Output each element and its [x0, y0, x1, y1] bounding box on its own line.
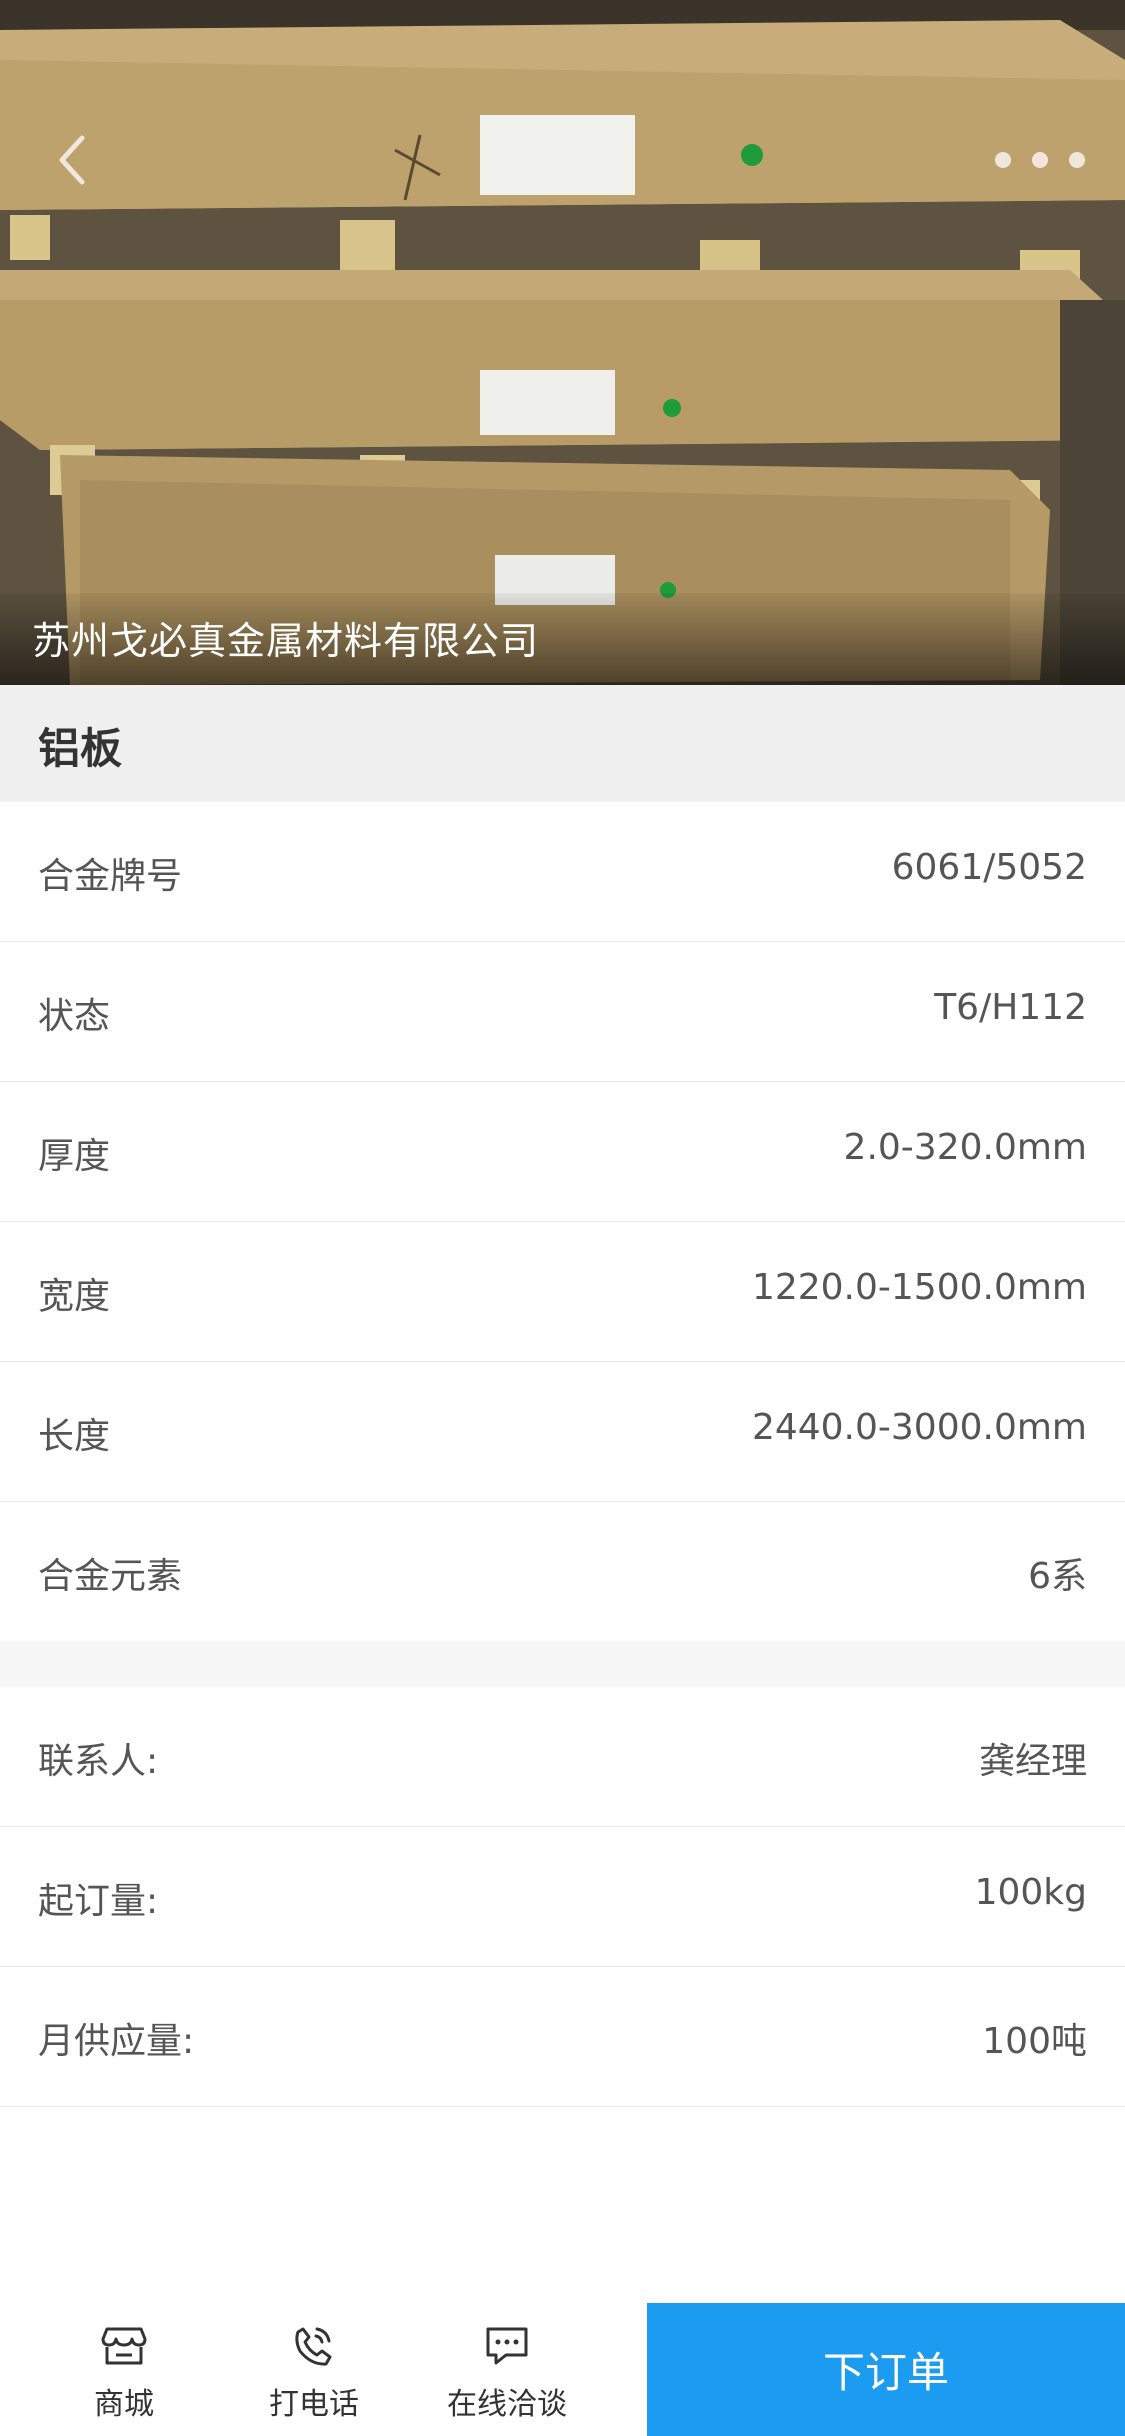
product-photo-illustration — [0, 0, 1125, 685]
more-button[interactable] — [995, 138, 1085, 182]
spec-value: 6061/5052 — [891, 847, 1087, 888]
spec-label: 宽度 — [38, 1276, 111, 1317]
spec-label: 长度 — [38, 1416, 111, 1457]
contact-value: 100kg — [974, 1872, 1087, 1913]
product-photo — [0, 0, 1125, 685]
spec-value: 6系 — [1028, 1556, 1087, 1597]
spec-row-alloy-series: 合金元素 6系 — [0, 1502, 1125, 1642]
contact-row-monthly-supply: 月供应量: 100吨 — [0, 1967, 1125, 2107]
call-button[interactable]: 打电话 — [219, 2323, 409, 2428]
spec-value: 1220.0-1500.0mm — [751, 1267, 1087, 1308]
spec-value: T6/H112 — [934, 987, 1087, 1028]
contact-value: 龚经理 — [978, 1741, 1087, 1782]
spec-row-alloy-grade: 合金牌号 6061/5052 — [0, 802, 1125, 942]
spec-row-length: 长度 2440.0-3000.0mm — [0, 1362, 1125, 1502]
more-dot — [995, 152, 1011, 168]
shop-label: 商城 — [94, 2387, 154, 2422]
bottom-action-bar: 商城 打电话 在线洽谈 下订单 — [0, 2303, 1125, 2436]
phone-icon — [295, 2327, 332, 2366]
product-title-bar: 铝板 — [0, 685, 1125, 802]
contact-label: 月供应量: — [38, 2021, 195, 2062]
contact-row-min-order: 起订量: 100kg — [0, 1827, 1125, 1967]
spec-label: 合金元素 — [38, 1556, 183, 1597]
spec-label: 状态 — [38, 996, 111, 1037]
chat-label: 在线洽谈 — [447, 2387, 567, 2422]
spec-label: 厚度 — [38, 1136, 111, 1177]
company-name: 苏州戈必真金属材料有限公司 — [32, 619, 540, 663]
shop-button[interactable]: 商城 — [29, 2323, 219, 2428]
spec-row-width: 宽度 1220.0-1500.0mm — [0, 1222, 1125, 1362]
contact-label: 起订量: — [38, 1881, 159, 1922]
spec-label: 合金牌号 — [38, 856, 183, 897]
contact-value: 100吨 — [982, 2021, 1087, 2062]
contact-row-person: 联系人: 龚经理 — [0, 1687, 1125, 1827]
contact-label: 联系人: — [38, 1741, 159, 1782]
spec-value: 2440.0-3000.0mm — [751, 1407, 1087, 1448]
chevron-left-icon — [59, 135, 85, 185]
call-label: 打电话 — [269, 2387, 359, 2422]
more-dot — [1032, 152, 1048, 168]
chat-button[interactable]: 在线洽谈 — [412, 2323, 602, 2428]
back-button[interactable] — [40, 120, 104, 200]
contact-list: 联系人: 龚经理 起订量: 100kg 月供应量: 100吨 — [0, 1687, 1125, 2107]
spec-value: 2.0-320.0mm — [843, 1127, 1087, 1168]
section-divider — [0, 1641, 1125, 1687]
spec-row-thickness: 厚度 2.0-320.0mm — [0, 1082, 1125, 1222]
product-title: 铝板 — [38, 724, 123, 773]
chat-bubble-icon — [486, 2327, 528, 2365]
store-icon — [101, 2327, 147, 2365]
more-dot — [1069, 152, 1085, 168]
spec-list: 合金牌号 6061/5052 状态 T6/H112 厚度 2.0-320.0mm… — [0, 802, 1125, 1642]
spec-row-temper: 状态 T6/H112 — [0, 942, 1125, 1082]
place-order-button[interactable]: 下订单 — [647, 2303, 1125, 2436]
